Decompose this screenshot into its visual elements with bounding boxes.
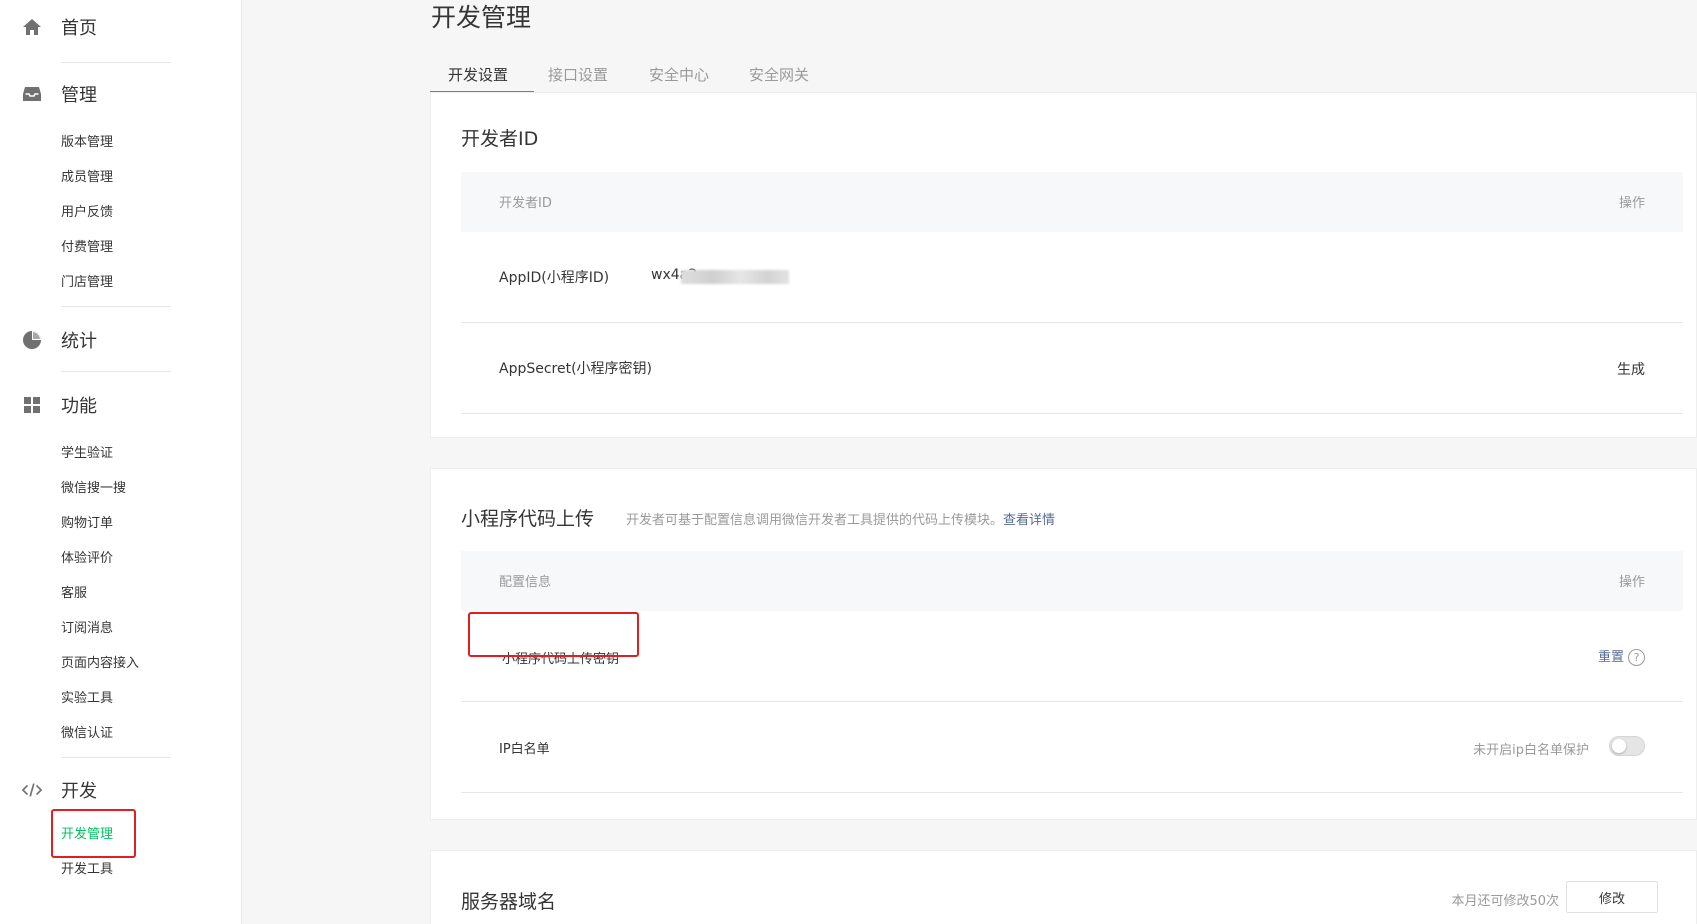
code-upload-desc-text: 开发者可基于配置信息调用微信开发者工具提供的代码上传模块。 xyxy=(626,513,1004,528)
nav-manage[interactable]: 管理 xyxy=(22,79,97,109)
nav-item-orders[interactable]: 购物订单 xyxy=(61,514,113,534)
developer-id-title: 开发者ID xyxy=(461,128,539,150)
reset-link[interactable]: 重置 xyxy=(1598,650,1624,665)
nav-item-subscribe[interactable]: 订阅消息 xyxy=(61,619,113,639)
developer-id-table-header: 开发者ID 操作 xyxy=(461,172,1683,232)
reset-action: 重置? xyxy=(1598,646,1645,666)
nav-item-certify[interactable]: 微信认证 xyxy=(61,724,113,744)
nav-divider xyxy=(61,371,171,372)
nav-features-label: 功能 xyxy=(61,396,97,417)
highlight-box xyxy=(51,809,136,858)
generate-secret-link[interactable]: 生成 xyxy=(1617,359,1645,379)
ip-whitelist-toggle[interactable] xyxy=(1609,736,1645,756)
nav-item-payment[interactable]: 付费管理 xyxy=(61,238,113,258)
home-icon xyxy=(22,17,42,37)
th-developer-id: 开发者ID xyxy=(499,196,552,211)
nav-item-search[interactable]: 微信搜一搜 xyxy=(61,479,126,499)
th-action: 操作 xyxy=(1618,196,1645,211)
tab-bar: 开发设置 接口设置 安全中心 安全网关 xyxy=(430,56,1697,94)
appsecret-row: AppSecret(小程序密钥) 生成 xyxy=(461,323,1683,414)
nav-divider xyxy=(61,62,171,63)
view-details-link[interactable]: 查看详情 xyxy=(1003,513,1055,528)
nav-item-feedback[interactable]: 用户反馈 xyxy=(61,203,113,223)
nav-item-student[interactable]: 学生验证 xyxy=(61,444,113,464)
nav-dev[interactable]: 开发 xyxy=(22,775,97,805)
appid-label: AppID(小程序ID) xyxy=(499,270,610,286)
upload-key-row: 小程序代码上传密钥 重置? xyxy=(461,611,1683,702)
developer-id-card: 开发者ID 开发者ID 操作 AppID(小程序ID) wx4a2 AppSec… xyxy=(430,92,1697,438)
server-domain-card: 服务器域名 本月还可修改50次 修改 xyxy=(430,850,1697,924)
nav-dev-label: 开发 xyxy=(61,781,97,802)
modify-button[interactable]: 修改 xyxy=(1566,881,1658,913)
server-domain-title: 服务器域名 xyxy=(461,891,557,913)
tab-api-settings[interactable]: 接口设置 xyxy=(548,64,608,85)
code-upload-title: 小程序代码上传 xyxy=(461,508,595,530)
ip-whitelist-status: 未开启ip白名单保护 xyxy=(1473,743,1589,758)
nav-stats[interactable]: 统计 xyxy=(22,325,97,355)
th-config-info: 配置信息 xyxy=(499,575,552,590)
code-icon xyxy=(22,780,42,800)
page-title: 开发管理 xyxy=(431,3,532,32)
nav-home-label: 首页 xyxy=(61,18,97,39)
th-action: 操作 xyxy=(1618,575,1645,590)
grid-icon xyxy=(22,395,42,415)
nav-divider xyxy=(61,306,171,307)
nav-item-experiment[interactable]: 实验工具 xyxy=(61,689,113,709)
ip-whitelist-row: IP白名单 未开启ip白名单保护 xyxy=(461,702,1683,793)
appid-redaction xyxy=(681,270,789,284)
appid-row: AppID(小程序ID) wx4a2 xyxy=(461,232,1683,323)
nav-manage-label: 管理 xyxy=(61,85,97,106)
tab-security-gateway[interactable]: 安全网关 xyxy=(749,64,809,85)
nav-item-store[interactable]: 门店管理 xyxy=(61,273,113,293)
appsecret-label: AppSecret(小程序密钥) xyxy=(499,361,653,377)
nav-item-content[interactable]: 页面内容接入 xyxy=(61,654,139,674)
help-icon[interactable]: ? xyxy=(1628,648,1645,666)
sidebar: 首页 管理 版本管理 成员管理 用户反馈 付费管理 门店管理 统计 功能 学生验… xyxy=(0,0,242,924)
nav-features[interactable]: 功能 xyxy=(22,390,97,420)
pie-chart-icon xyxy=(22,330,42,350)
ip-whitelist-label: IP白名单 xyxy=(499,742,550,757)
inbox-icon xyxy=(22,84,42,104)
nav-divider xyxy=(61,757,171,758)
nav-stats-label: 统计 xyxy=(61,331,97,352)
nav-item-dev-tools[interactable]: 开发工具 xyxy=(61,860,113,880)
code-upload-desc: 开发者可基于配置信息调用微信开发者工具提供的代码上传模块。查看详情 xyxy=(626,509,1055,528)
toggle-knob xyxy=(1612,739,1626,753)
nav-item-review[interactable]: 体验评价 xyxy=(61,549,113,569)
tab-dev-settings[interactable]: 开发设置 xyxy=(448,64,508,85)
code-upload-table-header: 配置信息 操作 xyxy=(461,551,1683,611)
tab-security-center[interactable]: 安全中心 xyxy=(649,64,709,85)
nav-item-version[interactable]: 版本管理 xyxy=(61,133,113,153)
nav-item-members[interactable]: 成员管理 xyxy=(61,168,113,188)
highlight-box xyxy=(468,612,639,657)
nav-item-service[interactable]: 客服 xyxy=(61,584,87,604)
modify-remaining: 本月还可修改50次 xyxy=(1451,894,1559,909)
nav-home[interactable]: 首页 xyxy=(22,12,97,42)
